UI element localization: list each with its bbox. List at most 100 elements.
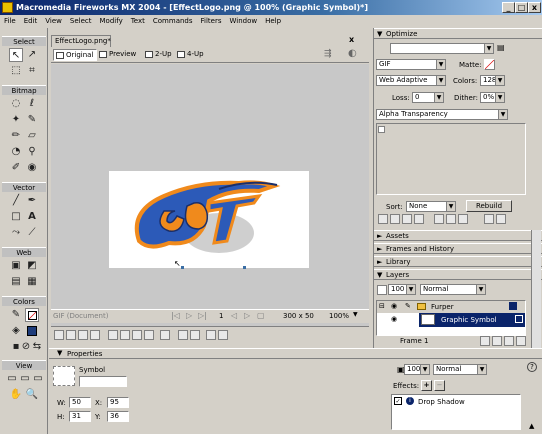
maximize-button[interactable]: □ — [515, 2, 528, 13]
effect-info-icon[interactable]: i — [406, 397, 414, 405]
view-4up-button[interactable]: 4-Up — [175, 49, 207, 61]
hand-tool-icon[interactable]: ✋ — [9, 388, 23, 402]
effect-enabled-checkbox[interactable]: ✓ — [394, 397, 402, 405]
view-original-button[interactable]: Original — [53, 49, 98, 61]
prev-frame-icon[interactable]: ◁ — [231, 311, 237, 320]
canvas-area[interactable]: ↖ — [51, 64, 369, 326]
library-panel-header[interactable]: ► Library — [374, 256, 542, 267]
transparent-color-icon[interactable] — [390, 214, 400, 224]
collapse-properties-icon[interactable]: ▲ — [529, 422, 534, 430]
zoom-level[interactable]: 100% — [329, 312, 349, 320]
menu-modify[interactable]: Modify — [96, 15, 127, 28]
scale-tool-icon[interactable]: ⬚ — [9, 64, 23, 78]
join-icon[interactable] — [78, 330, 88, 340]
add-color-icon[interactable] — [458, 214, 468, 224]
preview-in-browser-icon[interactable]: ◐ — [348, 48, 357, 59]
marquee-tool-icon[interactable]: ◌ — [9, 97, 23, 111]
layer-row[interactable]: ⊟ ◉ ✎ Furper — [377, 301, 525, 313]
full-screen-menus-icon[interactable]: ▭ — [18, 372, 32, 386]
menu-filters[interactable]: Filters — [197, 15, 226, 28]
last-frame-icon[interactable]: ▷| — [198, 311, 207, 320]
add-effect-button[interactable]: + — [421, 380, 432, 391]
split-icon[interactable] — [90, 330, 100, 340]
close-button[interactable]: x — [528, 2, 541, 13]
dither-select[interactable]: 0% ▼ — [480, 92, 505, 103]
replace-color-tool-icon[interactable]: ✐ — [9, 161, 23, 175]
properties-header[interactable]: ▼ Properties — [49, 348, 542, 359]
web-snap-icon[interactable] — [434, 214, 444, 224]
bring-to-front-icon[interactable] — [108, 330, 118, 340]
visibility-eye-icon[interactable]: ◉ — [391, 315, 397, 323]
document-close-icon[interactable]: x — [349, 35, 354, 44]
new-layer-icon[interactable] — [492, 336, 502, 346]
hotspot-tool-icon[interactable]: ▣ — [9, 259, 23, 273]
export-format-select[interactable]: GIF ▼ — [376, 59, 446, 70]
new-color-icon[interactable] — [484, 214, 494, 224]
slice-tool-icon[interactable]: ◩ — [25, 259, 39, 273]
help-icon[interactable]: ? — [527, 362, 537, 372]
layer-blend-select[interactable]: Normal ▼ — [420, 284, 486, 295]
view-preview-button[interactable]: Preview — [97, 49, 139, 61]
x-field[interactable]: 95 — [107, 397, 129, 408]
blur-tool-icon[interactable]: ◔ — [9, 145, 23, 159]
layers-panel-header[interactable]: ▼ Layers — [374, 269, 542, 280]
add-transparency-icon[interactable] — [402, 214, 412, 224]
menu-view[interactable]: View — [41, 15, 66, 28]
menu-window[interactable]: Window — [226, 15, 262, 28]
matte-swatch[interactable] — [484, 59, 495, 70]
edit-color-icon[interactable] — [378, 214, 388, 224]
selection-handle[interactable] — [243, 266, 246, 269]
rectangle-tool-icon[interactable]: □ — [9, 210, 23, 224]
ungroup-icon[interactable] — [66, 330, 76, 340]
bring-forward-icon[interactable] — [120, 330, 130, 340]
first-frame-icon[interactable]: |◁ — [171, 311, 180, 320]
fill-swatch[interactable] — [25, 324, 39, 338]
remove-effect-button[interactable]: − — [434, 380, 445, 391]
y-field[interactable]: 36 — [107, 411, 129, 422]
effect-row[interactable]: ✓ i Drop Shadow — [394, 397, 518, 407]
magic-wand-tool-icon[interactable]: ✦ — [9, 113, 23, 127]
lasso-tool-icon[interactable]: ℓ — [25, 97, 39, 111]
flip-horizontal-icon[interactable] — [206, 330, 216, 340]
minimize-button[interactable]: _ — [502, 2, 515, 13]
crop-tool-icon[interactable]: ⌗ — [25, 64, 39, 78]
align-icon[interactable] — [160, 330, 170, 340]
red-eye-tool-icon[interactable]: ◉ — [25, 161, 39, 175]
send-backward-icon[interactable] — [132, 330, 142, 340]
transparency-select[interactable]: Alpha Transparency ▼ — [376, 109, 508, 120]
mask-icon[interactable] — [504, 336, 514, 346]
new-sublayer-icon[interactable] — [480, 336, 490, 346]
rotate-ccw-icon[interactable] — [178, 330, 188, 340]
effect-name[interactable]: Drop Shadow — [418, 398, 465, 406]
visibility-eye-icon[interactable]: ◉ — [391, 302, 397, 310]
rebuild-button[interactable]: Rebuild — [466, 200, 512, 212]
rubber-stamp-tool-icon[interactable]: ⚲ — [25, 145, 39, 159]
menu-commands[interactable]: Commands — [149, 15, 197, 28]
next-frame-icon[interactable]: ▷ — [244, 311, 250, 320]
rotate-cw-icon[interactable] — [190, 330, 200, 340]
flip-vertical-icon[interactable] — [218, 330, 228, 340]
height-field[interactable]: 31 — [69, 411, 91, 422]
zoom-tool-icon[interactable]: 🔍 — [25, 388, 39, 402]
delete-color-icon[interactable] — [496, 214, 506, 224]
opacity-select[interactable]: 100 ▼ — [404, 364, 430, 375]
view-2up-button[interactable]: 2-Up — [143, 49, 175, 61]
eraser-tool-icon[interactable]: ▱ — [25, 129, 39, 143]
pen-tool-icon[interactable]: ✒ — [25, 194, 39, 208]
menu-select[interactable]: Select — [66, 15, 96, 28]
layer-name[interactable]: Furper — [431, 303, 454, 311]
group-icon[interactable] — [54, 330, 64, 340]
palette-select[interactable]: Web Adaptive ▼ — [376, 75, 446, 86]
hide-slices-icon[interactable]: ▤ — [9, 275, 23, 289]
standard-screen-icon[interactable]: ▭ — [5, 372, 19, 386]
loss-select[interactable]: 0 ▼ — [412, 92, 444, 103]
blend-mode-select[interactable]: Normal ▼ — [433, 364, 487, 375]
line-tool-icon[interactable]: ╱ — [9, 194, 23, 208]
play-icon[interactable]: ▷ — [186, 311, 192, 320]
text-tool-icon[interactable]: A — [25, 210, 39, 224]
assets-panel-header[interactable]: ► Assets — [374, 230, 542, 241]
document-tab[interactable]: EffectLogo.png* — [51, 35, 111, 47]
stop-icon[interactable]: ▢ — [257, 311, 265, 320]
layers-scrollbar[interactable] — [531, 230, 541, 348]
optimize-options-icon[interactable]: ▤ — [497, 43, 505, 52]
